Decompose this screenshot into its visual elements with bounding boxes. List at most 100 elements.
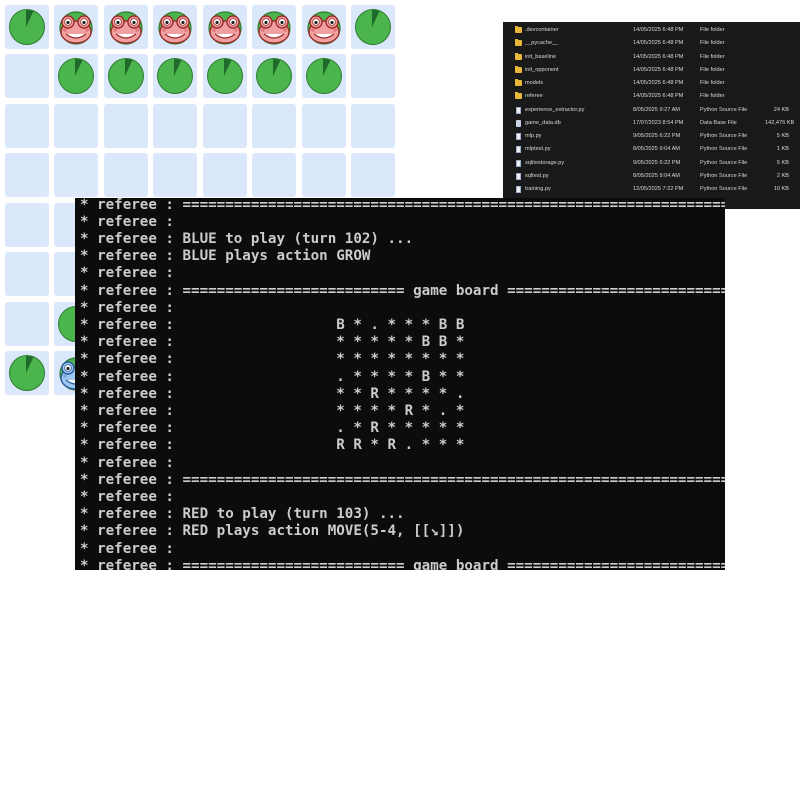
- file-name: experience_extractor.py: [525, 106, 585, 113]
- terminal-line: * referee : R R * R . * * *: [80, 437, 464, 454]
- file-date-modified: 14/05/2025 6:48 PM: [633, 40, 684, 47]
- folder-icon: [515, 65, 522, 73]
- terminal-line-text: RED plays action MOVE(5-4, [[↘]]): [173, 523, 465, 540]
- file-type: File folder: [700, 66, 725, 73]
- board-cell[interactable]: [153, 153, 197, 197]
- file-list-item[interactable]: __pycache__ 14/05/2025 6:48 PM File folder: [503, 37, 800, 50]
- board-cell[interactable]: [202, 4, 247, 49]
- board-cell[interactable]: [54, 153, 98, 197]
- board-cell[interactable]: [301, 54, 346, 98]
- file-list-item[interactable]: experience_extractor.py 8/05/2025 9:27 AM…: [503, 104, 800, 117]
- board-cell[interactable]: [4, 202, 49, 247]
- file-type: File folder: [700, 80, 725, 86]
- board-cell[interactable]: [202, 54, 247, 98]
- board-cell[interactable]: [301, 4, 346, 49]
- file-list-item[interactable]: game_data.db 17/07/2023 8:54 PM Data Base …: [503, 117, 800, 130]
- file-date-modified: 14/05/2025 6:48 PM: [633, 93, 684, 100]
- file-name: init_opponent: [525, 66, 559, 73]
- file-name: game_data.db: [525, 119, 561, 126]
- board-cell[interactable]: [103, 54, 148, 98]
- board-cell[interactable]: [54, 54, 98, 98]
- terminal-line: * referee : ========================== g…: [80, 558, 725, 570]
- file-size: 2 KB: [776, 172, 789, 179]
- terminal-line-text: * * * * * * * *: [173, 351, 465, 368]
- board-cell[interactable]: [4, 252, 49, 296]
- terminal-line: * referee : * * * * * B B *: [80, 334, 464, 351]
- terminal-line-prefix: * referee :: [80, 420, 174, 437]
- file-list-item[interactable]: training.py 12/05/2025 7:22 PM Python Sour…: [503, 183, 800, 196]
- file-type: Python Source File: [700, 159, 748, 166]
- board-cell[interactable]: [252, 153, 296, 197]
- terminal-line-text: RED to play (turn 103) ...: [173, 506, 405, 523]
- file-list-item[interactable]: sqltest.py 8/05/2025 9:04 AM Python Source…: [503, 170, 800, 183]
- file-size: 142,476 KB: [765, 119, 795, 126]
- file-name: .devcontainer: [525, 27, 559, 33]
- terminal-line: * referee : ============================…: [80, 472, 725, 489]
- board-cell[interactable]: [103, 103, 148, 148]
- file-list-item[interactable]: .devcontainer 14/05/2025 6:48 PM File fold…: [503, 24, 800, 37]
- board-cell[interactable]: [4, 301, 49, 346]
- board-cell[interactable]: [4, 4, 49, 49]
- board-cell[interactable]: [351, 153, 395, 197]
- board-cell[interactable]: [252, 103, 296, 148]
- board-cell[interactable]: [351, 103, 395, 148]
- board-cell[interactable]: [4, 351, 49, 395]
- red-frog-icon: [59, 10, 93, 45]
- board-cell[interactable]: [351, 4, 395, 49]
- file-size: 24 KB: [773, 106, 789, 113]
- file-list-item[interactable]: sqlitestorage.py 9/05/2025 6:22 PM Python …: [503, 157, 800, 170]
- file-list-item[interactable]: init_baseline 14/05/2025 6:48 PM File fold…: [503, 51, 800, 64]
- file-type: File folder: [700, 40, 725, 47]
- board-cell[interactable]: [4, 54, 49, 98]
- lily-pad-icon: [107, 58, 144, 94]
- file-type: File folder: [700, 27, 725, 33]
- board-cell[interactable]: [153, 4, 197, 49]
- file-list-item[interactable]: init_opponent 14/05/2025 6:48 PM File fold…: [503, 64, 800, 77]
- board-cell[interactable]: [301, 103, 346, 148]
- terminal-line-text: ========================================…: [173, 471, 726, 488]
- file-date-modified: 14/05/2025 6:48 PM: [633, 27, 684, 33]
- file-type: Python Source File: [700, 133, 748, 139]
- terminal-line: * referee : * * * * R * . *: [80, 403, 464, 420]
- terminal-line-prefix: * referee :: [80, 368, 174, 385]
- lily-pad-icon: [355, 8, 391, 45]
- board-cell[interactable]: [54, 4, 98, 49]
- file-size: 1 KB: [776, 146, 789, 153]
- file-list-item[interactable]: mlp.py 9/05/2025 6:22 PM Python Source Fil…: [503, 130, 800, 143]
- terminal-line: * referee :: [80, 300, 174, 317]
- terminal-line-text: BLUE plays action GROW: [173, 248, 371, 265]
- python-file-icon: [516, 172, 521, 180]
- file-list-item[interactable]: models 14/05/2025 6:48 PM File folder: [503, 77, 800, 90]
- red-frog-icon: [108, 10, 143, 45]
- board-cell[interactable]: [153, 103, 197, 148]
- lily-pad-icon: [58, 58, 94, 94]
- file-name: models: [525, 80, 544, 86]
- board-cell[interactable]: [301, 153, 346, 197]
- board-cell[interactable]: [351, 54, 395, 98]
- terminal-line: * referee :: [80, 541, 174, 558]
- board-cell[interactable]: [4, 153, 49, 197]
- terminal-line: * referee : RED to play (turn 103) ...: [80, 506, 405, 523]
- board-cell[interactable]: [54, 103, 98, 148]
- terminal-line-prefix: * referee :: [80, 230, 174, 247]
- red-frog-icon: [158, 10, 192, 45]
- file-list-item[interactable]: referee 14/05/2025 6:48 PM File folder: [503, 90, 800, 103]
- terminal-line: * referee : . * * * * B * *: [80, 369, 464, 386]
- board-cell[interactable]: [153, 54, 197, 98]
- board-cell[interactable]: [252, 4, 296, 49]
- lily-pad-icon: [157, 58, 193, 94]
- board-cell[interactable]: [103, 4, 148, 49]
- board-cell[interactable]: [103, 153, 148, 197]
- board-cell[interactable]: [202, 103, 247, 148]
- terminal-line-prefix: * referee :: [80, 488, 174, 505]
- file-size: 5 KB: [776, 133, 789, 139]
- board-cell[interactable]: [4, 103, 49, 148]
- board-cell[interactable]: [252, 54, 296, 98]
- board-cell[interactable]: [202, 153, 247, 197]
- file-name: init_baseline: [525, 53, 557, 60]
- file-type: Python Source File: [700, 172, 748, 179]
- terminal-line-prefix: * referee :: [80, 299, 174, 316]
- terminal-line-prefix: * referee :: [80, 402, 174, 419]
- terminal-line: * referee :: [80, 214, 174, 231]
- file-list-item[interactable]: mlptest.py 8/05/2025 9:04 AM Python Source…: [503, 143, 800, 156]
